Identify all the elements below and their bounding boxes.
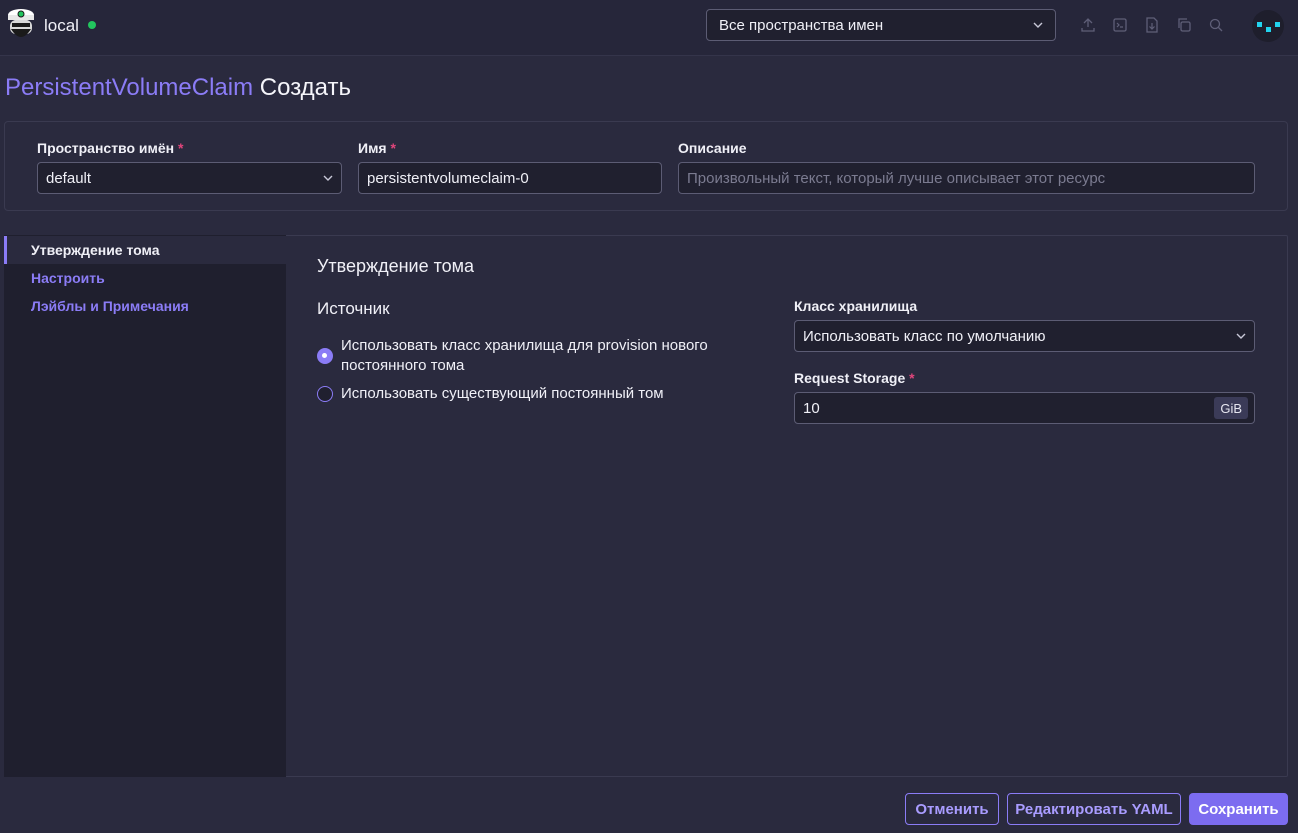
sidebar-tabs: Утверждение тома Настроить Лэйблы и Прим… [4, 235, 286, 777]
cluster-logo-icon[interactable] [5, 7, 37, 45]
source-radio-new[interactable] [317, 348, 333, 364]
request-storage-value: 10 [803, 399, 820, 417]
edit-yaml-button[interactable]: Редактировать YAML [1007, 793, 1181, 825]
storage-class-label: Класс хранилища [794, 298, 918, 314]
namespace-filter-select[interactable]: Все пространства имен [706, 9, 1056, 41]
name-label: Имя * [358, 140, 396, 156]
import-yaml-icon[interactable] [1080, 17, 1096, 33]
namespace-filter-value: Все пространства имен [719, 16, 884, 34]
page-action: Создать [259, 74, 351, 101]
kubectl-shell-icon[interactable] [1112, 17, 1128, 33]
namespace-label: Пространство имён * [37, 140, 184, 156]
cluster-name: local [44, 16, 79, 35]
tab-volume-claim[interactable]: Утверждение тома [4, 236, 286, 264]
description-label: Описание [678, 140, 747, 156]
cancel-button[interactable]: Отменить [905, 793, 999, 825]
storage-class-select[interactable]: Использовать класс по умолчанию [794, 320, 1255, 352]
description-placeholder: Произвольный текст, который лучше описыв… [687, 169, 1106, 187]
resource-type-link[interactable]: PersistentVolumeClaim [5, 74, 253, 101]
chevron-down-icon [323, 175, 333, 181]
namespace-select[interactable]: default [37, 162, 342, 194]
chevron-down-icon [1033, 22, 1043, 28]
save-button[interactable]: Сохранить [1189, 793, 1288, 825]
top-header: local Все пространства имен [0, 0, 1298, 56]
storage-unit-badge: GiB [1214, 397, 1248, 419]
download-kubeconfig-icon[interactable] [1144, 17, 1160, 33]
source-radio-new-label[interactable]: Использовать класс хранилища для provisi… [341, 336, 761, 376]
cluster-status-indicator [88, 21, 96, 29]
required-mark: * [178, 140, 184, 156]
search-icon[interactable] [1208, 17, 1224, 33]
user-avatar[interactable] [1252, 10, 1284, 42]
page-title: PersistentVolumeClaim Создать [5, 74, 351, 102]
tab-labels-annotations[interactable]: Лэйблы и Примечания [4, 292, 286, 320]
required-mark: * [909, 370, 915, 386]
description-input[interactable]: Произвольный текст, который лучше описыв… [678, 162, 1255, 194]
source-radio-existing[interactable] [317, 386, 333, 402]
name-value: persistentvolumeclaim-0 [367, 169, 529, 187]
section-title: Утверждение тома [317, 256, 475, 276]
request-storage-input[interactable]: 10 GiB [794, 392, 1255, 424]
source-title: Источник [317, 299, 390, 318]
tab-customize[interactable]: Настроить [4, 264, 286, 292]
namespace-value: default [46, 169, 92, 187]
storage-class-value: Использовать класс по умолчанию [803, 327, 1046, 345]
required-mark: * [390, 140, 396, 156]
copy-kubeconfig-icon[interactable] [1176, 17, 1192, 33]
chevron-down-icon [1236, 333, 1246, 339]
request-storage-label: Request Storage * [794, 370, 915, 386]
name-input[interactable]: persistentvolumeclaim-0 [358, 162, 662, 194]
source-radio-existing-label[interactable]: Использовать существующий постоянный том [341, 384, 761, 404]
